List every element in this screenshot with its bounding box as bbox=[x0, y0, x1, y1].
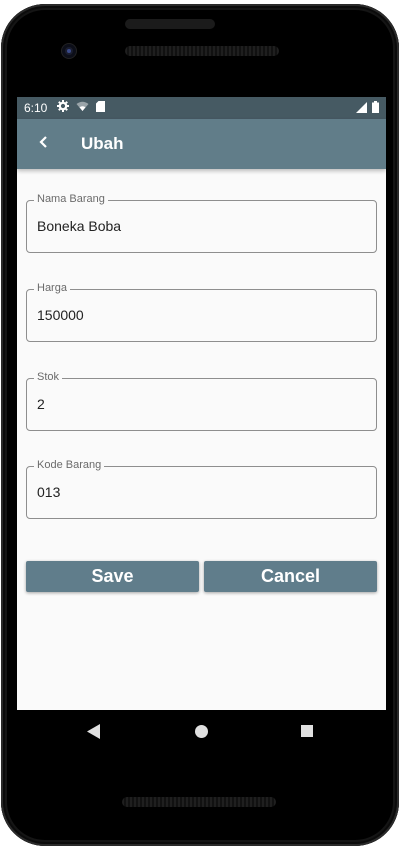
status-icons-right bbox=[356, 101, 379, 116]
screen: 6:10 Ubah Nama Barang Boneka Boba Harga … bbox=[17, 97, 386, 710]
signal-icon bbox=[356, 101, 367, 116]
save-button[interactable]: Save bbox=[26, 561, 199, 592]
top-speaker-grille bbox=[125, 46, 279, 56]
cancel-button[interactable]: Cancel bbox=[204, 561, 377, 592]
status-icons-left bbox=[57, 100, 105, 115]
battery-icon bbox=[372, 101, 379, 116]
square-recents-icon[interactable] bbox=[301, 725, 313, 737]
page-title: Ubah bbox=[81, 134, 124, 153]
back-button[interactable] bbox=[33, 132, 55, 156]
nama-barang-value: Boneka Boba bbox=[37, 218, 122, 234]
circle-home-icon[interactable] bbox=[195, 725, 208, 738]
stok-value: 2 bbox=[37, 396, 45, 412]
triangle-back-icon[interactable] bbox=[87, 724, 101, 744]
app-bar: Ubah bbox=[17, 119, 386, 169]
status-bar: 6:10 bbox=[17, 97, 386, 119]
kode-barang-field[interactable]: Kode Barang 013 bbox=[26, 459, 377, 519]
nama-barang-label: Nama Barang bbox=[34, 193, 108, 205]
status-time: 6:10 bbox=[24, 101, 48, 115]
kode-barang-value: 013 bbox=[37, 484, 61, 500]
harga-value: 150000 bbox=[37, 307, 84, 323]
stok-label: Stok bbox=[34, 371, 63, 383]
nama-barang-field[interactable]: Nama Barang Boneka Boba bbox=[26, 193, 377, 253]
kode-barang-label: Kode Barang bbox=[34, 459, 105, 471]
gear-icon bbox=[57, 100, 69, 115]
stok-field[interactable]: Stok 2 bbox=[26, 371, 377, 431]
harga-field[interactable]: Harga 150000 bbox=[26, 282, 377, 342]
harga-label: Harga bbox=[34, 282, 70, 294]
wifi-icon bbox=[76, 101, 89, 115]
front-camera bbox=[62, 44, 76, 58]
system-nav-bar bbox=[17, 710, 386, 754]
earpiece bbox=[125, 19, 215, 29]
bottom-speaker-grille bbox=[122, 797, 276, 807]
sd-card-icon bbox=[96, 100, 105, 115]
chevron-left-icon bbox=[39, 135, 49, 154]
